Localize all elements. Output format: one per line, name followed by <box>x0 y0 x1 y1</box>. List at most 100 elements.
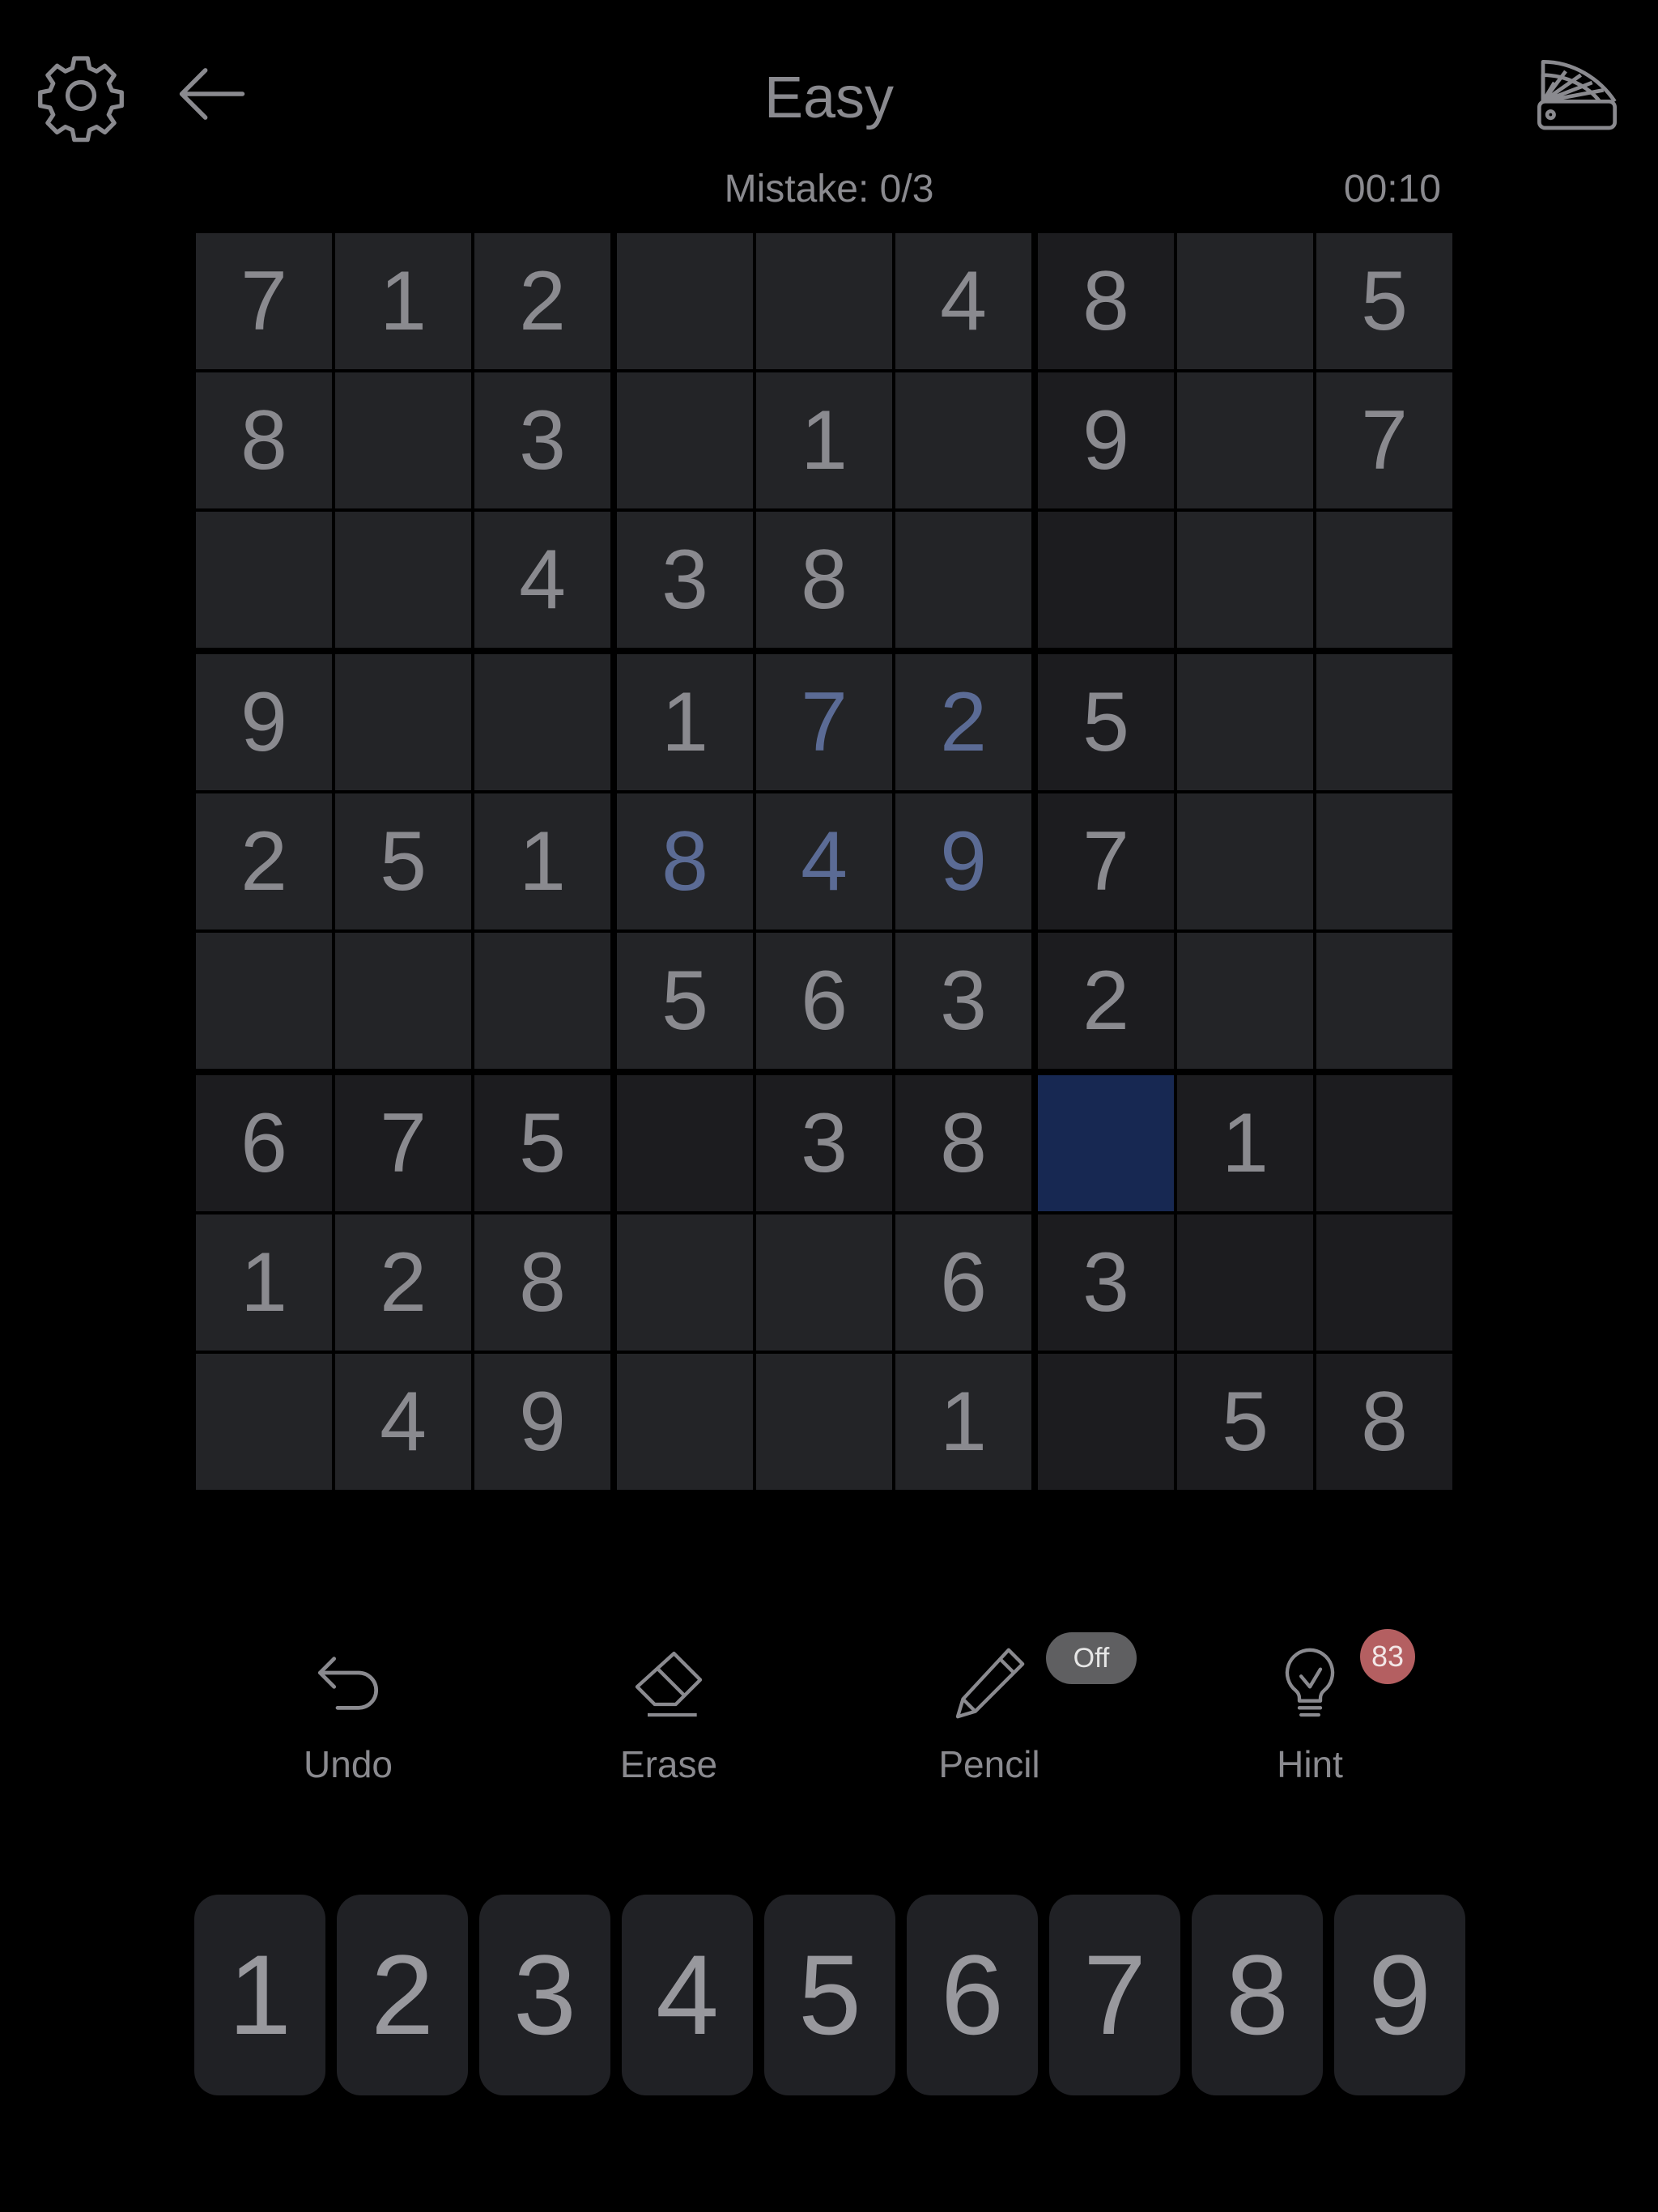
cell-r5-c6[interactable]: 9 <box>895 793 1031 929</box>
cell-r9-c6[interactable]: 1 <box>895 1354 1031 1490</box>
number-key-5[interactable]: 5 <box>764 1895 895 2095</box>
pencil-label: Pencil <box>938 1743 1040 1785</box>
undo-arrow-icon <box>317 1657 379 1710</box>
cell-r1-c6[interactable]: 4 <box>895 233 1031 369</box>
hint-label: Hint <box>1277 1743 1343 1785</box>
cell-r3-c4[interactable]: 3 <box>617 512 753 648</box>
number-key-6[interactable]: 6 <box>907 1895 1038 2095</box>
cell-r7-c3[interactable]: 5 <box>474 1075 610 1211</box>
cell-r3-c2[interactable] <box>335 512 471 648</box>
cell-r6-c2[interactable] <box>335 933 471 1069</box>
cell-r9-c8[interactable]: 5 <box>1177 1354 1313 1490</box>
cell-r4-c9[interactable] <box>1316 654 1452 790</box>
cell-r1-c2[interactable]: 1 <box>335 233 471 369</box>
cell-r6-c6[interactable]: 3 <box>895 933 1031 1069</box>
cell-r4-c6[interactable]: 2 <box>895 654 1031 790</box>
cell-r4-c7[interactable]: 5 <box>1038 654 1174 790</box>
cell-r7-c7[interactable] <box>1038 1075 1174 1211</box>
cell-r7-c6[interactable]: 8 <box>895 1075 1031 1211</box>
cell-r5-c4[interactable]: 8 <box>617 793 753 929</box>
cell-r4-c1[interactable]: 9 <box>196 654 332 790</box>
cell-r8-c3[interactable]: 8 <box>474 1214 610 1351</box>
number-key-1[interactable]: 1 <box>194 1895 325 2095</box>
cell-r2-c1[interactable]: 8 <box>196 372 332 508</box>
cell-r8-c6[interactable]: 6 <box>895 1214 1031 1351</box>
cell-r8-c7[interactable]: 3 <box>1038 1214 1174 1351</box>
cell-r5-c1[interactable]: 2 <box>196 793 332 929</box>
cell-r5-c5[interactable]: 4 <box>756 793 892 929</box>
erase-button[interactable]: Erase <box>572 1639 766 1801</box>
cell-r8-c9[interactable] <box>1316 1214 1452 1351</box>
cell-r9-c9[interactable]: 8 <box>1316 1354 1452 1490</box>
cell-r2-c9[interactable]: 7 <box>1316 372 1452 508</box>
cell-r2-c4[interactable] <box>617 372 753 508</box>
cell-r6-c9[interactable] <box>1316 933 1452 1069</box>
cell-r2-c5[interactable]: 1 <box>756 372 892 508</box>
cell-r5-c9[interactable] <box>1316 793 1452 929</box>
cell-r5-c7[interactable]: 7 <box>1038 793 1174 929</box>
cell-r9-c4[interactable] <box>617 1354 753 1490</box>
number-key-2[interactable]: 2 <box>337 1895 468 2095</box>
number-key-4[interactable]: 4 <box>622 1895 753 2095</box>
cell-r1-c8[interactable] <box>1177 233 1313 369</box>
cell-r3-c3[interactable]: 4 <box>474 512 610 648</box>
undo-button[interactable]: Undo <box>251 1639 445 1801</box>
cell-r8-c2[interactable]: 2 <box>335 1214 471 1351</box>
undo-label: Undo <box>304 1743 393 1785</box>
cell-r2-c7[interactable]: 9 <box>1038 372 1174 508</box>
cell-r6-c3[interactable] <box>474 933 610 1069</box>
cell-r1-c9[interactable]: 5 <box>1316 233 1452 369</box>
cell-r5-c2[interactable]: 5 <box>335 793 471 929</box>
cell-r8-c4[interactable] <box>617 1214 753 1351</box>
cell-r7-c4[interactable] <box>617 1075 753 1211</box>
theme-button[interactable] <box>1532 49 1622 139</box>
number-key-8[interactable]: 8 <box>1192 1895 1323 2095</box>
cell-r2-c6[interactable] <box>895 372 1031 508</box>
cell-r3-c8[interactable] <box>1177 512 1313 648</box>
cell-r6-c7[interactable]: 2 <box>1038 933 1174 1069</box>
cell-r2-c8[interactable] <box>1177 372 1313 508</box>
cell-r7-c8[interactable]: 1 <box>1177 1075 1313 1211</box>
cell-r7-c9[interactable] <box>1316 1075 1452 1211</box>
cell-r9-c7[interactable] <box>1038 1354 1174 1490</box>
cell-r3-c7[interactable] <box>1038 512 1174 648</box>
cell-r6-c8[interactable] <box>1177 933 1313 1069</box>
cell-r3-c9[interactable] <box>1316 512 1452 648</box>
cell-r4-c8[interactable] <box>1177 654 1313 790</box>
cell-r2-c3[interactable]: 3 <box>474 372 610 508</box>
cell-r1-c1[interactable]: 7 <box>196 233 332 369</box>
cell-r4-c5[interactable]: 7 <box>756 654 892 790</box>
cell-r1-c5[interactable] <box>756 233 892 369</box>
cell-r6-c5[interactable]: 6 <box>756 933 892 1069</box>
cell-r4-c2[interactable] <box>335 654 471 790</box>
number-key-3[interactable]: 3 <box>479 1895 610 2095</box>
cell-r9-c3[interactable]: 9 <box>474 1354 610 1490</box>
cell-r9-c1[interactable] <box>196 1354 332 1490</box>
difficulty-title: Easy <box>763 66 895 130</box>
cell-r7-c2[interactable]: 7 <box>335 1075 471 1211</box>
cell-r3-c1[interactable] <box>196 512 332 648</box>
number-key-7[interactable]: 7 <box>1049 1895 1180 2095</box>
cell-r1-c3[interactable]: 2 <box>474 233 610 369</box>
cell-r8-c1[interactable]: 1 <box>196 1214 332 1351</box>
cell-r2-c2[interactable] <box>335 372 471 508</box>
number-key-9[interactable]: 9 <box>1334 1895 1465 2095</box>
cell-r5-c3[interactable]: 1 <box>474 793 610 929</box>
lightbulb-icon <box>1285 1648 1335 1717</box>
cell-r3-c5[interactable]: 8 <box>756 512 892 648</box>
cell-r7-c5[interactable]: 3 <box>756 1075 892 1211</box>
cell-r8-c8[interactable] <box>1177 1214 1313 1351</box>
cell-r9-c2[interactable]: 4 <box>335 1354 471 1490</box>
cell-r8-c5[interactable] <box>756 1214 892 1351</box>
cell-r5-c8[interactable] <box>1177 793 1313 929</box>
cell-r1-c7[interactable]: 8 <box>1038 233 1174 369</box>
cell-r4-c3[interactable] <box>474 654 610 790</box>
erase-label: Erase <box>619 1743 718 1785</box>
cell-r4-c4[interactable]: 1 <box>617 654 753 790</box>
cell-r6-c4[interactable]: 5 <box>617 933 753 1069</box>
cell-r6-c1[interactable] <box>196 933 332 1069</box>
cell-r3-c6[interactable] <box>895 512 1031 648</box>
cell-r7-c1[interactable]: 6 <box>196 1075 332 1211</box>
cell-r9-c5[interactable] <box>756 1354 892 1490</box>
cell-r1-c4[interactable] <box>617 233 753 369</box>
